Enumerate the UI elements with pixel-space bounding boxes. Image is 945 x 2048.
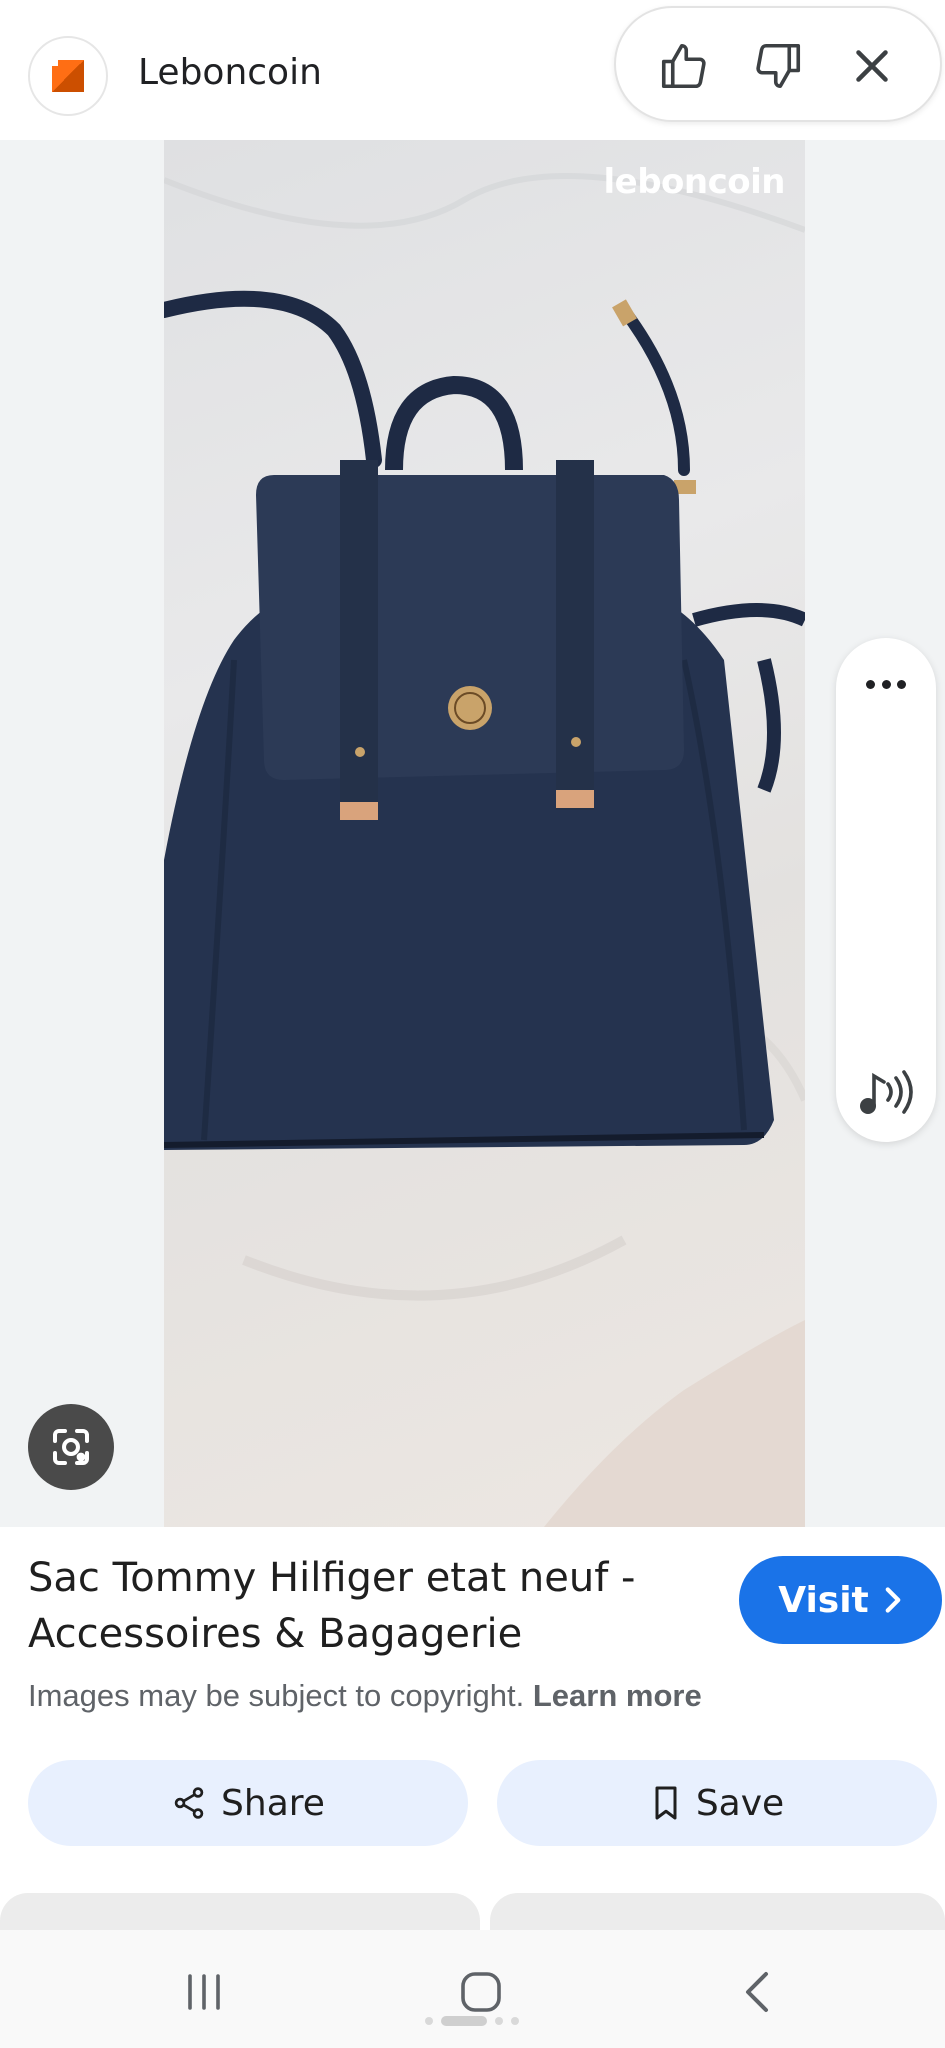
close-button[interactable]	[842, 36, 902, 96]
site-name[interactable]: Leboncoin	[138, 52, 322, 93]
backpack-illustration	[164, 173, 805, 1527]
thumbs-down-icon	[756, 43, 801, 89]
google-lens-button[interactable]	[28, 1404, 114, 1490]
page-indicator	[425, 2016, 519, 2026]
recent-apps-icon	[188, 1974, 220, 2010]
visit-button[interactable]: Visit	[739, 1556, 942, 1644]
bookmark-icon	[655, 1786, 677, 1820]
recent-apps-button[interactable]	[164, 1952, 244, 2032]
share-label: Share	[221, 1782, 325, 1824]
save-button[interactable]: Save	[497, 1760, 937, 1846]
share-icon	[174, 1787, 204, 1819]
leboncoin-logo-icon	[46, 54, 84, 92]
header: Leboncoin	[0, 0, 945, 140]
learn-more-link[interactable]: Learn more	[533, 1678, 702, 1713]
feedback-bar	[614, 6, 942, 122]
image-side-panel	[836, 638, 936, 1142]
more-horizontal-icon[interactable]	[866, 678, 906, 690]
result-title[interactable]: Sac Tommy Hilfiger etat neuf - Accessoir…	[28, 1550, 668, 1662]
thumbs-up-icon	[661, 43, 706, 89]
system-navbar	[0, 1930, 945, 2048]
home-icon	[461, 1972, 501, 2012]
google-lens-icon	[53, 1429, 89, 1465]
share-button[interactable]: Share	[28, 1760, 468, 1846]
image-viewer: leboncoin	[0, 140, 945, 1527]
copyright-notice: Images may be subject to copyright. Lear…	[28, 1678, 702, 1714]
audio-icon[interactable]	[854, 1064, 914, 1120]
image-watermark: leboncoin	[603, 162, 786, 202]
copyright-text: Images may be subject to copyright.	[28, 1678, 525, 1713]
chevron-right-icon	[885, 1587, 901, 1613]
save-label: Save	[695, 1782, 785, 1824]
site-favicon[interactable]	[28, 36, 108, 116]
visit-label: Visit	[778, 1579, 869, 1621]
thumbs-up-button[interactable]	[654, 36, 714, 96]
product-image[interactable]: leboncoin	[164, 140, 805, 1527]
back-icon	[746, 1972, 768, 2012]
back-button[interactable]	[718, 1952, 798, 2032]
thumbs-down-button[interactable]	[748, 36, 808, 96]
close-icon	[856, 50, 888, 82]
